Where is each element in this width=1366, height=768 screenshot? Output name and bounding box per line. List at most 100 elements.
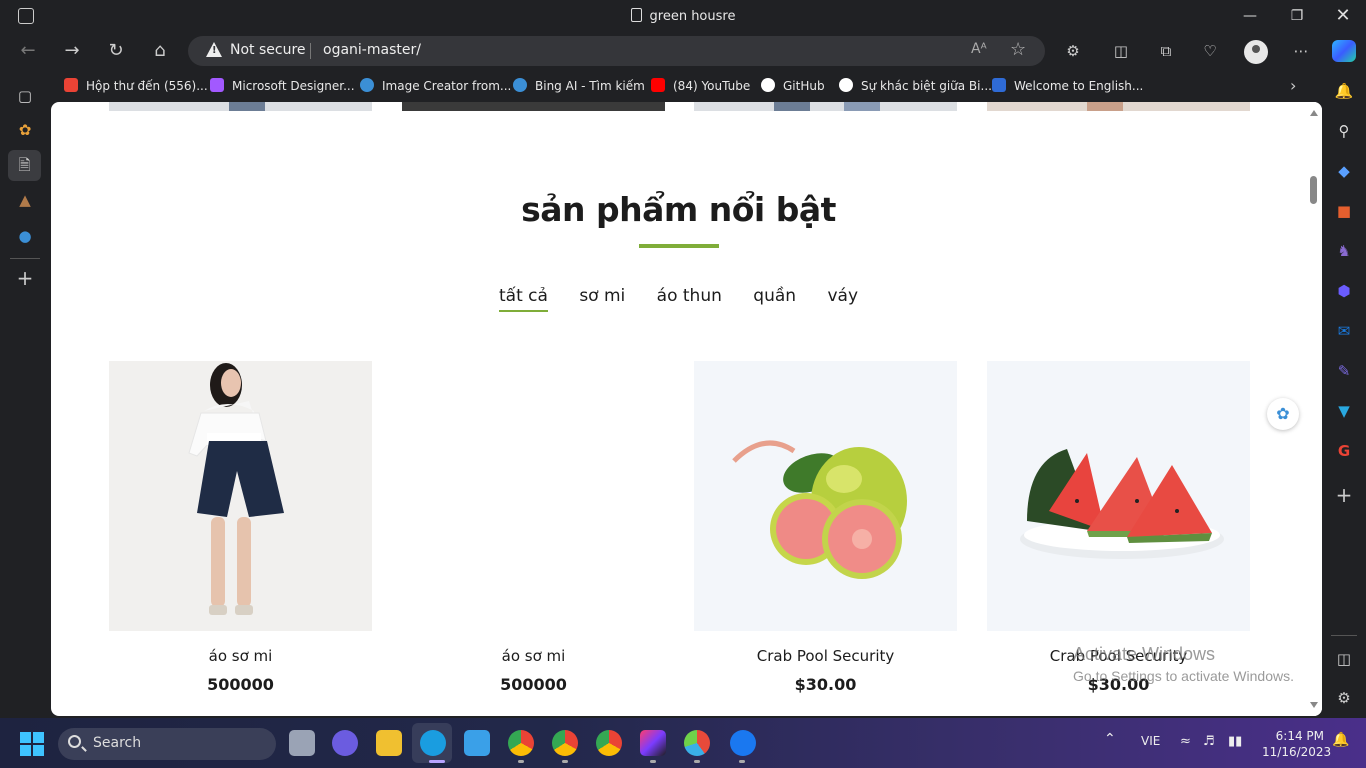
minimize-button[interactable]: —	[1240, 6, 1260, 26]
favorite-star-icon[interactable]: ☆	[1010, 39, 1026, 60]
app-icon[interactable]	[684, 730, 710, 756]
chrome-icon[interactable]	[552, 730, 578, 756]
youtube-icon	[651, 78, 665, 92]
copilot-icon[interactable]	[1332, 40, 1356, 62]
profile-tab-icon[interactable]: ●	[13, 224, 37, 248]
product-image[interactable]	[402, 361, 665, 631]
product-name[interactable]: áo sơ mi	[402, 647, 665, 665]
games-icon[interactable]: ♞	[1333, 240, 1355, 262]
task-view-icon[interactable]	[289, 730, 315, 756]
zalo-icon[interactable]	[730, 730, 756, 756]
add-sidebar-app-icon[interactable]: +	[1333, 484, 1355, 506]
product-card[interactable]: áo sơ mi 500000	[109, 361, 372, 694]
close-button[interactable]: ✕	[1333, 6, 1353, 26]
notification-bell-icon[interactable]: 🔔	[1333, 80, 1355, 102]
scroll-down-icon[interactable]	[1310, 702, 1318, 708]
filter-all[interactable]: tất cả	[498, 286, 548, 312]
home-button[interactable]: ⌂	[147, 38, 173, 64]
rail-divider	[10, 258, 40, 259]
activation-watermark-title: Activate Windows	[1073, 644, 1216, 664]
sidebar-rail: 🔔 ⚲ ◆ ■ ♞ ⬢ ✉ ✎ ▼ G + ◫ ⚙	[1322, 70, 1366, 716]
wifi-icon[interactable]: ≈	[1180, 734, 1191, 749]
scroll-up-icon[interactable]	[1310, 110, 1318, 116]
bookmark-item[interactable]: Image Creator from...	[360, 78, 511, 93]
notification-icon[interactable]: 🔔	[1332, 732, 1349, 748]
chevron-right-icon[interactable]: ›	[1290, 76, 1296, 95]
maximize-button[interactable]: ❐	[1287, 6, 1307, 26]
page-scrollbar[interactable]	[1306, 102, 1322, 716]
meet-icon[interactable]	[332, 730, 358, 756]
product-price: 500000	[500, 675, 567, 694]
filter-shirts[interactable]: sơ mi	[579, 286, 625, 310]
system-clock[interactable]: 6:14 PM 11/16/2023	[1262, 728, 1331, 760]
chrome-icon[interactable]	[508, 730, 534, 756]
filter-tshirts[interactable]: áo thun	[657, 286, 722, 310]
product-name[interactable]: áo sơ mi	[109, 647, 372, 665]
guava-image	[732, 440, 907, 579]
product-card[interactable]: áo sơ mi 500000	[402, 361, 665, 694]
product-name[interactable]: Crab Pool Security	[694, 647, 957, 665]
app-tab-icon[interactable]: ▲	[13, 188, 37, 212]
windows-start-icon[interactable]	[20, 732, 44, 756]
bookmark-item[interactable]: Hộp thư đến (556)...	[64, 78, 208, 93]
ai-assistant-icon[interactable]: ✿	[1267, 398, 1299, 430]
product-image[interactable]	[694, 361, 957, 631]
product-image[interactable]	[987, 361, 1250, 631]
store-icon[interactable]	[464, 730, 490, 756]
back-button[interactable]: ←	[15, 38, 41, 64]
refresh-button[interactable]: ↻	[103, 38, 129, 64]
address-bar[interactable]: Not secure ogani-master/ Aᴬ ☆	[188, 36, 1045, 66]
bookmark-item[interactable]: GitHub	[761, 78, 825, 93]
bookmark-item[interactable]: (84) YouTube	[651, 78, 750, 93]
product-image[interactable]	[109, 361, 372, 631]
hide-sidebar-icon[interactable]: ◫	[1333, 648, 1355, 670]
google-icon[interactable]: G	[1333, 440, 1355, 462]
edge-icon[interactable]	[420, 730, 446, 756]
extensions-icon[interactable]: ⚙	[1062, 40, 1084, 62]
bookmark-item[interactable]: Sự khác biệt giữa Bi...	[839, 78, 992, 93]
language-indicator[interactable]: VIE	[1141, 734, 1160, 748]
read-aloud-icon[interactable]: Aᴬ	[971, 41, 987, 57]
outlook-icon[interactable]: ✉	[1333, 320, 1355, 342]
bookmark-item[interactable]: Bing AI - Tìm kiếm	[513, 78, 645, 93]
product-card[interactable]: Crab Pool Security $30.00	[694, 361, 957, 694]
shopping-tag-icon[interactable]: ◆	[1333, 160, 1355, 182]
running-indicator	[650, 760, 656, 763]
filter-pants[interactable]: quần	[753, 286, 796, 310]
chevron-up-icon[interactable]: ⌃	[1104, 731, 1116, 747]
tools-icon[interactable]: ■	[1333, 200, 1355, 222]
battery-icon[interactable]: ▮▮	[1228, 734, 1242, 749]
bookmark-item[interactable]: Welcome to English...	[992, 78, 1143, 93]
new-tab-icon[interactable]: +	[13, 266, 37, 290]
active-tab-icon[interactable]: 🗎	[8, 150, 41, 181]
bookmark-item[interactable]: Microsoft Designer...	[210, 78, 355, 93]
running-indicator	[518, 760, 524, 763]
collections-icon[interactable]: ⧉	[1155, 40, 1177, 62]
security-label[interactable]: Not secure	[230, 42, 306, 58]
scroll-thumb[interactable]	[1310, 176, 1317, 204]
url-text[interactable]: ogani-master/	[323, 42, 421, 58]
window-title: green housre	[0, 8, 1366, 24]
activation-watermark-subtitle: Go to Settings to activate Windows.	[1073, 668, 1294, 684]
volume-icon[interactable]: ♬	[1203, 734, 1215, 749]
designer-app-icon[interactable]: ✎	[1333, 360, 1355, 382]
drop-icon[interactable]: ▼	[1333, 400, 1355, 422]
tab-panel-icon[interactable]: ▢	[13, 84, 37, 108]
browser-essentials-icon[interactable]: ♡	[1199, 40, 1221, 62]
split-screen-icon[interactable]: ◫	[1110, 40, 1132, 62]
file-explorer-icon[interactable]	[376, 730, 402, 756]
settings-gear-icon[interactable]: ⚙	[1333, 687, 1355, 709]
search-icon[interactable]: ⚲	[1333, 120, 1355, 142]
app-tab-icon[interactable]: ✿	[13, 118, 37, 142]
chrome-icon[interactable]	[596, 730, 622, 756]
forward-button[interactable]: →	[59, 38, 85, 64]
profile-avatar[interactable]	[1244, 40, 1268, 64]
intellij-icon[interactable]	[640, 730, 666, 756]
product-price: $30.00	[794, 675, 857, 694]
more-menu-icon[interactable]: ⋯	[1290, 40, 1312, 62]
vertical-tabs-rail: ▢ ✿ 🗎 ▲ ● +	[0, 87, 50, 716]
copilot-app-icon[interactable]: ⬢	[1333, 280, 1355, 302]
filter-dresses[interactable]: váy	[827, 286, 858, 310]
bing-search-icon	[360, 78, 374, 92]
taskbar-search[interactable]: Search	[58, 728, 276, 760]
